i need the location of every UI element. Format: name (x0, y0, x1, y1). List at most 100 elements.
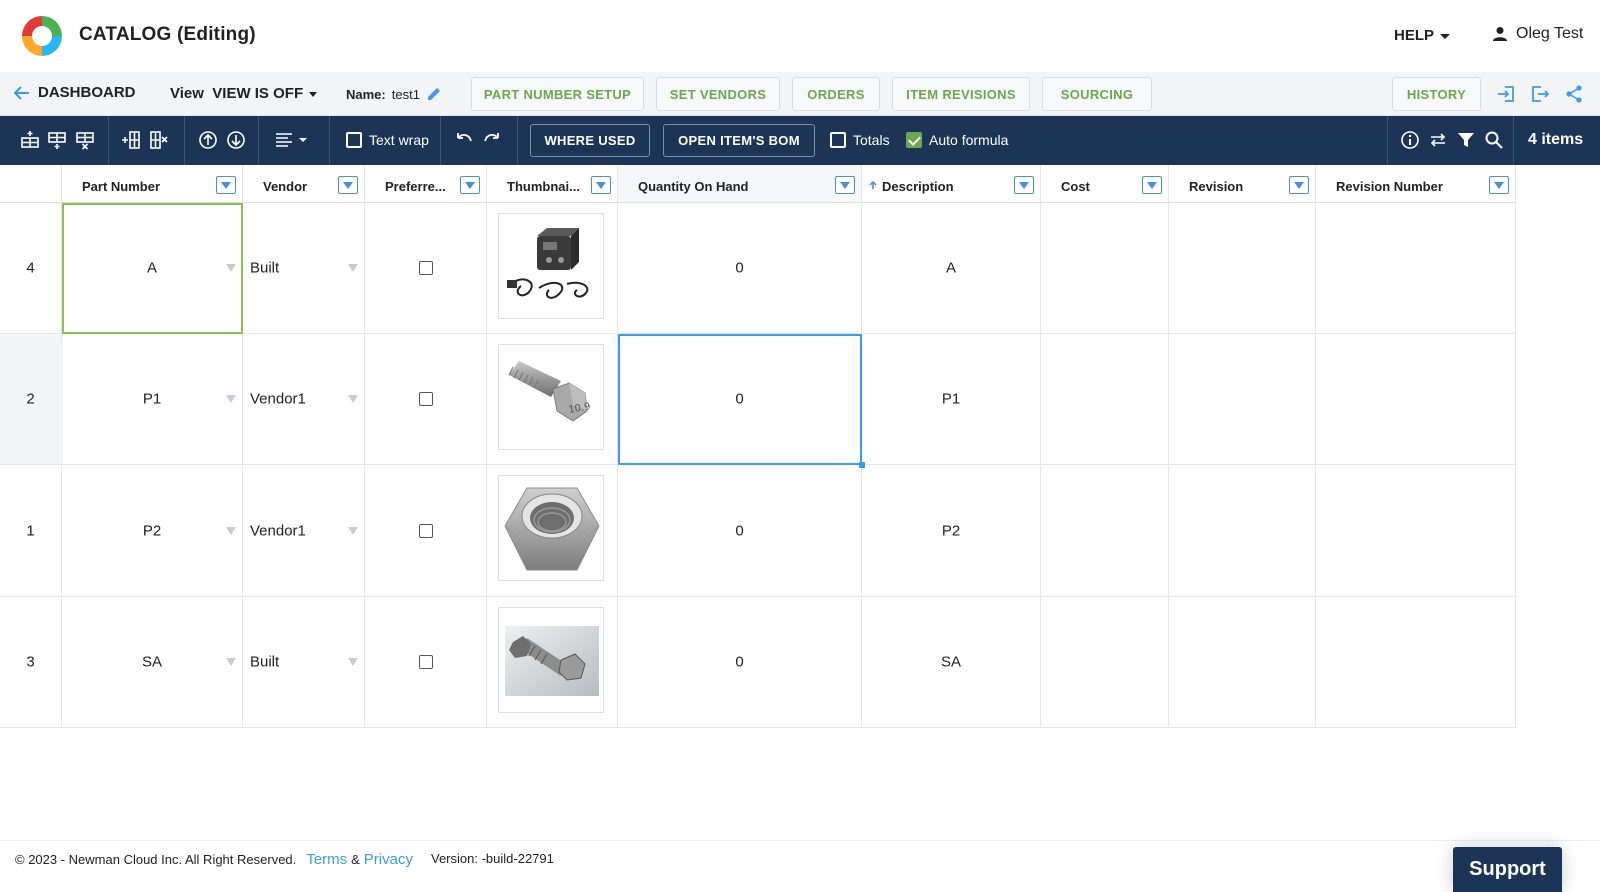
dropdown-arrow-icon[interactable] (348, 395, 358, 403)
text-wrap-checkbox[interactable] (346, 132, 362, 148)
dropdown-arrow-icon[interactable] (348, 658, 358, 666)
totals-checkbox[interactable] (830, 132, 846, 148)
quantity-cell[interactable]: 0 (618, 597, 862, 728)
filter-dropdown-icon[interactable] (216, 176, 236, 194)
cost-cell[interactable] (1041, 203, 1169, 334)
history-button[interactable]: HISTORY (1392, 77, 1481, 111)
revision-cell[interactable] (1169, 597, 1316, 728)
description-cell[interactable]: SA (862, 597, 1041, 728)
column-header-part-number[interactable]: Part Number (62, 165, 243, 203)
export-icon[interactable] (1530, 84, 1550, 104)
dropdown-arrow-icon[interactable] (226, 658, 236, 666)
privacy-link[interactable]: Privacy (364, 851, 413, 868)
search-icon[interactable] (1484, 130, 1504, 150)
column-header-vendor[interactable]: Vendor (243, 165, 365, 203)
preferred-checkbox[interactable] (418, 655, 433, 669)
revision-number-cell[interactable] (1316, 597, 1516, 728)
terms-link[interactable]: Terms (306, 851, 347, 868)
move-down-icon[interactable] (226, 130, 246, 150)
column-header-revision-number[interactable]: Revision Number (1316, 165, 1516, 203)
insert-column-icon[interactable] (121, 130, 141, 150)
vendor-cell[interactable]: Built (243, 203, 365, 334)
row-number[interactable]: 4 (0, 203, 62, 334)
app-logo[interactable] (18, 12, 66, 60)
vendor-cell[interactable]: Vendor1 (243, 334, 365, 465)
sourcing-button[interactable]: SOURCING (1042, 77, 1152, 111)
filter-dropdown-icon[interactable] (1489, 176, 1509, 194)
quantity-cell[interactable]: 0 (618, 465, 862, 597)
redo-icon[interactable] (482, 130, 502, 150)
part-number-cell[interactable]: SA (62, 597, 243, 728)
filter-dropdown-icon[interactable] (591, 176, 611, 194)
filter-icon[interactable] (1456, 130, 1476, 150)
bolt-assembly-thumbnail[interactable] (498, 607, 604, 713)
delete-row-icon[interactable] (75, 130, 95, 150)
auto-formula-toggle[interactable]: Auto formula (906, 132, 1008, 148)
cost-cell[interactable] (1041, 465, 1169, 597)
back-to-dashboard[interactable]: DASHBOARD (14, 84, 136, 101)
info-icon[interactable] (1400, 130, 1420, 150)
column-header-revision[interactable]: Revision (1169, 165, 1316, 203)
insert-row-below-icon[interactable] (47, 130, 67, 150)
part-number-cell[interactable]: P2 (62, 465, 243, 597)
view-selector[interactable]: View VIEW IS OFF (170, 85, 318, 102)
filter-dropdown-icon[interactable] (1014, 176, 1034, 194)
where-used-button[interactable]: WHERE USED (530, 124, 650, 157)
part-number-cell[interactable]: A (62, 203, 243, 334)
dropdown-arrow-icon[interactable] (226, 395, 236, 403)
column-header-description[interactable]: Description (862, 165, 1041, 203)
column-header-thumbnail[interactable]: Thumbnai... (487, 165, 618, 203)
thumbnail-cell[interactable] (487, 465, 618, 597)
totals-toggle[interactable]: Totals (830, 132, 890, 148)
orders-button[interactable]: ORDERS (792, 77, 880, 111)
move-up-icon[interactable] (198, 130, 218, 150)
swap-icon[interactable] (1428, 130, 1448, 150)
import-icon[interactable] (1496, 84, 1516, 104)
revision-cell[interactable] (1169, 334, 1316, 465)
preferred-checkbox[interactable] (418, 523, 433, 538)
row-number[interactable]: 1 (0, 465, 62, 597)
welder-machine-thumbnail[interactable] (498, 213, 604, 319)
pencil-icon[interactable] (426, 86, 442, 102)
quantity-cell[interactable]: 0 (618, 334, 865, 468)
quantity-cell[interactable]: 0 (618, 203, 862, 334)
column-header-preferred[interactable]: Preferre... (365, 165, 487, 203)
user-menu[interactable]: Oleg Test (1492, 25, 1583, 43)
preferred-checkbox[interactable] (418, 392, 433, 406)
filter-dropdown-icon[interactable] (338, 176, 358, 194)
item-revisions-button[interactable]: ITEM REVISIONS (892, 77, 1030, 111)
filter-dropdown-icon[interactable] (1142, 176, 1162, 194)
filter-dropdown-icon[interactable] (835, 176, 855, 194)
row-number[interactable]: 2 (0, 334, 62, 465)
cost-cell[interactable] (1041, 334, 1169, 465)
vendor-cell[interactable]: Vendor1 (243, 465, 365, 597)
support-button[interactable]: Support (1453, 847, 1562, 892)
column-header-quantity-on-hand[interactable]: Quantity On Hand (618, 165, 862, 203)
part-number-setup-button[interactable]: PART NUMBER SETUP (471, 77, 644, 111)
dropdown-arrow-icon[interactable] (226, 526, 236, 535)
dropdown-arrow-icon[interactable] (226, 264, 236, 272)
share-icon[interactable] (1564, 84, 1584, 104)
row-number[interactable]: 3 (0, 597, 62, 728)
revision-number-cell[interactable] (1316, 465, 1516, 597)
thumbnail-cell[interactable] (487, 597, 618, 728)
align-left-icon[interactable] (274, 130, 310, 150)
filter-dropdown-icon[interactable] (460, 176, 480, 194)
hex-nut-thumbnail[interactable] (498, 475, 604, 581)
thumbnail-cell[interactable]: 10.9 (487, 334, 618, 465)
text-wrap-toggle[interactable]: Text wrap (346, 132, 429, 148)
fill-handle[interactable] (859, 462, 865, 468)
insert-row-above-icon[interactable] (20, 130, 40, 150)
auto-formula-checkbox[interactable] (906, 132, 922, 148)
vendor-cell[interactable]: Built (243, 597, 365, 728)
part-number-cell[interactable]: P1 (62, 334, 243, 465)
column-header-cost[interactable]: Cost (1041, 165, 1169, 203)
thumbnail-cell[interactable] (487, 203, 618, 334)
undo-icon[interactable] (454, 130, 474, 150)
filter-dropdown-icon[interactable] (1289, 176, 1309, 194)
cost-cell[interactable] (1041, 597, 1169, 728)
open-items-bom-button[interactable]: OPEN ITEM'S BOM (663, 124, 815, 157)
dropdown-arrow-icon[interactable] (348, 264, 358, 272)
dropdown-arrow-icon[interactable] (348, 526, 358, 535)
delete-column-icon[interactable] (149, 130, 169, 150)
